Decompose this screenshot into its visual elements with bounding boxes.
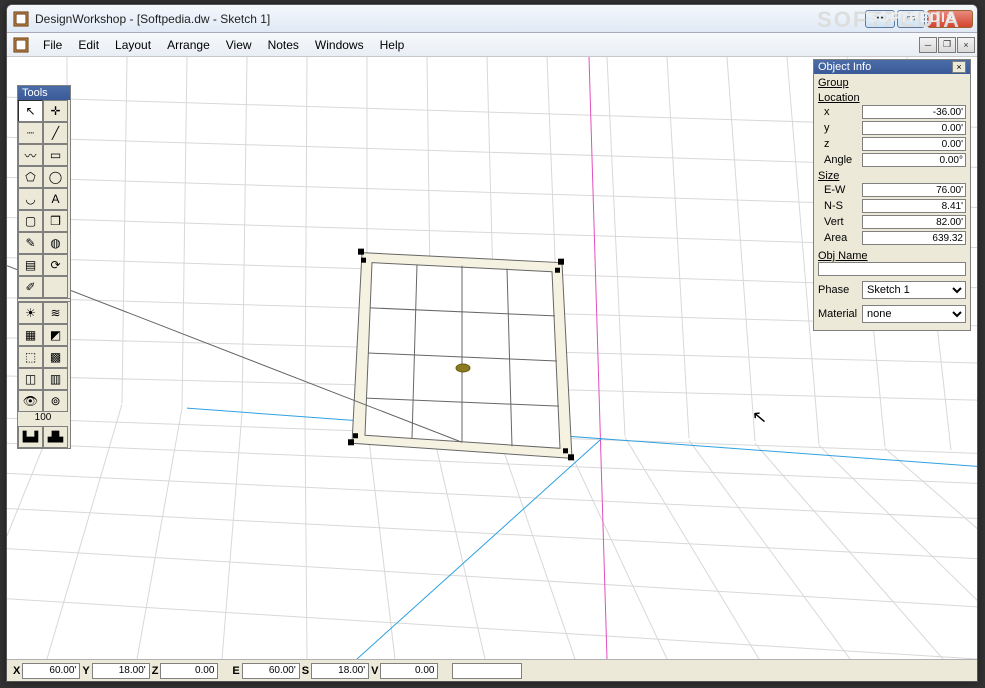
status-s-input[interactable] [311,663,369,679]
status-x-input[interactable] [22,663,80,679]
oi-y-input[interactable] [862,121,966,135]
status-e-label: E [232,665,239,677]
tool-rectangle[interactable]: ▭ [43,144,68,166]
status-y-input[interactable] [92,663,150,679]
tool-eyedropper[interactable]: ✐ [18,276,43,298]
status-z-input[interactable] [160,663,218,679]
tool-paint[interactable]: ▤ [18,254,43,276]
tool-circle[interactable]: ◯ [43,166,68,188]
object-info-palette[interactable]: Object Info × Group Location x y z Angle… [813,59,971,331]
status-v-input[interactable] [380,663,438,679]
oi-phase-select[interactable]: Sketch 1 [862,281,966,299]
oi-vert-label: Vert [818,216,862,228]
menu-arrange[interactable]: Arrange [159,36,218,54]
mdi-close-button[interactable]: × [957,37,975,53]
oi-location-label: Location [818,92,966,104]
oi-group-label: Group [818,76,966,90]
tool-blank[interactable] [43,276,68,298]
tool-pencil[interactable]: ✎ [18,232,43,254]
tool-wireframe[interactable]: ⬚ [18,346,43,368]
oi-material-select[interactable]: none [862,305,966,323]
oi-area-label: Area [818,232,862,244]
tool-text[interactable]: A [43,188,68,210]
oi-z-input[interactable] [862,137,966,151]
minimize-button[interactable]: ━ [865,10,895,28]
tool-shaded[interactable]: ▩ [43,346,68,368]
tool-eraser[interactable]: ◍ [43,232,68,254]
status-extra-input[interactable] [452,663,522,679]
app-window: DesignWorkshop - [Softpedia.dw - Sketch … [6,4,978,682]
tool-perspective[interactable]: ◩ [43,324,68,346]
tool-arc[interactable]: ◡ [18,188,43,210]
mdi-minimize-button[interactable]: ─ [919,37,937,53]
tool-target[interactable]: ⊚ [43,390,68,412]
oi-ew-label: E-W [818,184,862,196]
tool-rotate[interactable]: ⟳ [43,254,68,276]
menu-windows[interactable]: Windows [307,36,372,54]
tool-line-dashed[interactable]: ┈ [18,122,43,144]
menu-view[interactable]: View [218,36,260,54]
menu-layout[interactable]: Layout [107,36,159,54]
menu-notes[interactable]: Notes [260,36,307,54]
tool-polygon[interactable]: ⬠ [18,166,43,188]
object-info-title-text: Object Info [818,61,952,73]
tool-line[interactable]: ╱ [43,122,68,144]
oi-x-label: x [818,106,862,118]
oi-objname-input[interactable] [818,262,966,276]
tool-iso[interactable]: ◫ [18,368,43,390]
close-button[interactable]: ✕ [927,10,973,28]
oi-z-label: z [818,138,862,150]
mdi-restore-button[interactable]: ❐ [938,37,956,53]
oi-angle-label: Angle [818,154,862,166]
status-v-label: V [371,665,378,677]
oi-ns-input[interactable] [862,199,966,213]
oi-phase-label: Phase [818,284,862,296]
tools-palette[interactable]: Tools ↖ ✛ ┈ ╱ 〰 ▭ ⬠ ◯ ◡ A ▢ ❒ ✎ ◍ ▤ ⟳ ✐ [17,85,71,449]
tool-grid[interactable]: ▦ [18,324,43,346]
tool-zoom-value[interactable]: 100 [18,412,68,426]
tool-sun[interactable]: ☀ [18,302,43,324]
oi-size-label: Size [818,170,966,182]
tool-skyline-2[interactable]: ▟▙ [43,426,68,448]
object-info-close-button[interactable]: × [952,61,966,73]
window-title: DesignWorkshop - [Softpedia.dw - Sketch … [35,12,270,26]
oi-y-label: y [818,122,862,134]
menu-edit[interactable]: Edit [70,36,107,54]
menubar: File Edit Layout Arrange View Notes Wind… [7,33,977,57]
oi-objname-label: Obj Name [818,250,966,262]
status-s-label: S [302,665,309,677]
tool-crosshair[interactable]: ✛ [43,100,68,122]
oi-material-label: Material [818,308,862,320]
menu-file[interactable]: File [35,36,70,54]
statusbar: X Y Z E S V [7,659,977,681]
oi-area-input[interactable] [862,231,966,245]
tool-skyline-1[interactable]: ▙▟ [18,426,43,448]
object-info-title[interactable]: Object Info × [814,60,970,74]
document-icon [13,37,29,53]
oi-angle-input[interactable] [862,153,966,167]
oi-x-input[interactable] [862,105,966,119]
titlebar[interactable]: DesignWorkshop - [Softpedia.dw - Sketch … [7,5,977,33]
maximize-button[interactable]: ▭ [897,10,925,28]
tool-box[interactable]: ▢ [18,210,43,232]
tool-eye[interactable]: 👁 [18,390,43,412]
tools-title[interactable]: Tools [18,86,70,100]
tool-select[interactable]: ↖ [18,100,43,122]
tool-cube[interactable]: ❒ [43,210,68,232]
tool-polyline[interactable]: 〰 [18,144,43,166]
status-e-input[interactable] [242,663,300,679]
app-icon [13,11,29,27]
client-area: ↖ Tools ↖ ✛ ┈ ╱ 〰 ▭ ⬠ ◯ ◡ A ▢ ❒ ✎ ◍ ▤ ⟳ [7,57,977,659]
status-y-label: Y [82,665,89,677]
oi-vert-input[interactable] [862,215,966,229]
tool-section[interactable]: ▥ [43,368,68,390]
oi-ns-label: N-S [818,200,862,212]
status-x-label: X [13,665,20,677]
menu-help[interactable]: Help [372,36,413,54]
tool-horizon[interactable]: ≋ [43,302,68,324]
oi-ew-input[interactable] [862,183,966,197]
status-z-label: Z [152,665,159,677]
